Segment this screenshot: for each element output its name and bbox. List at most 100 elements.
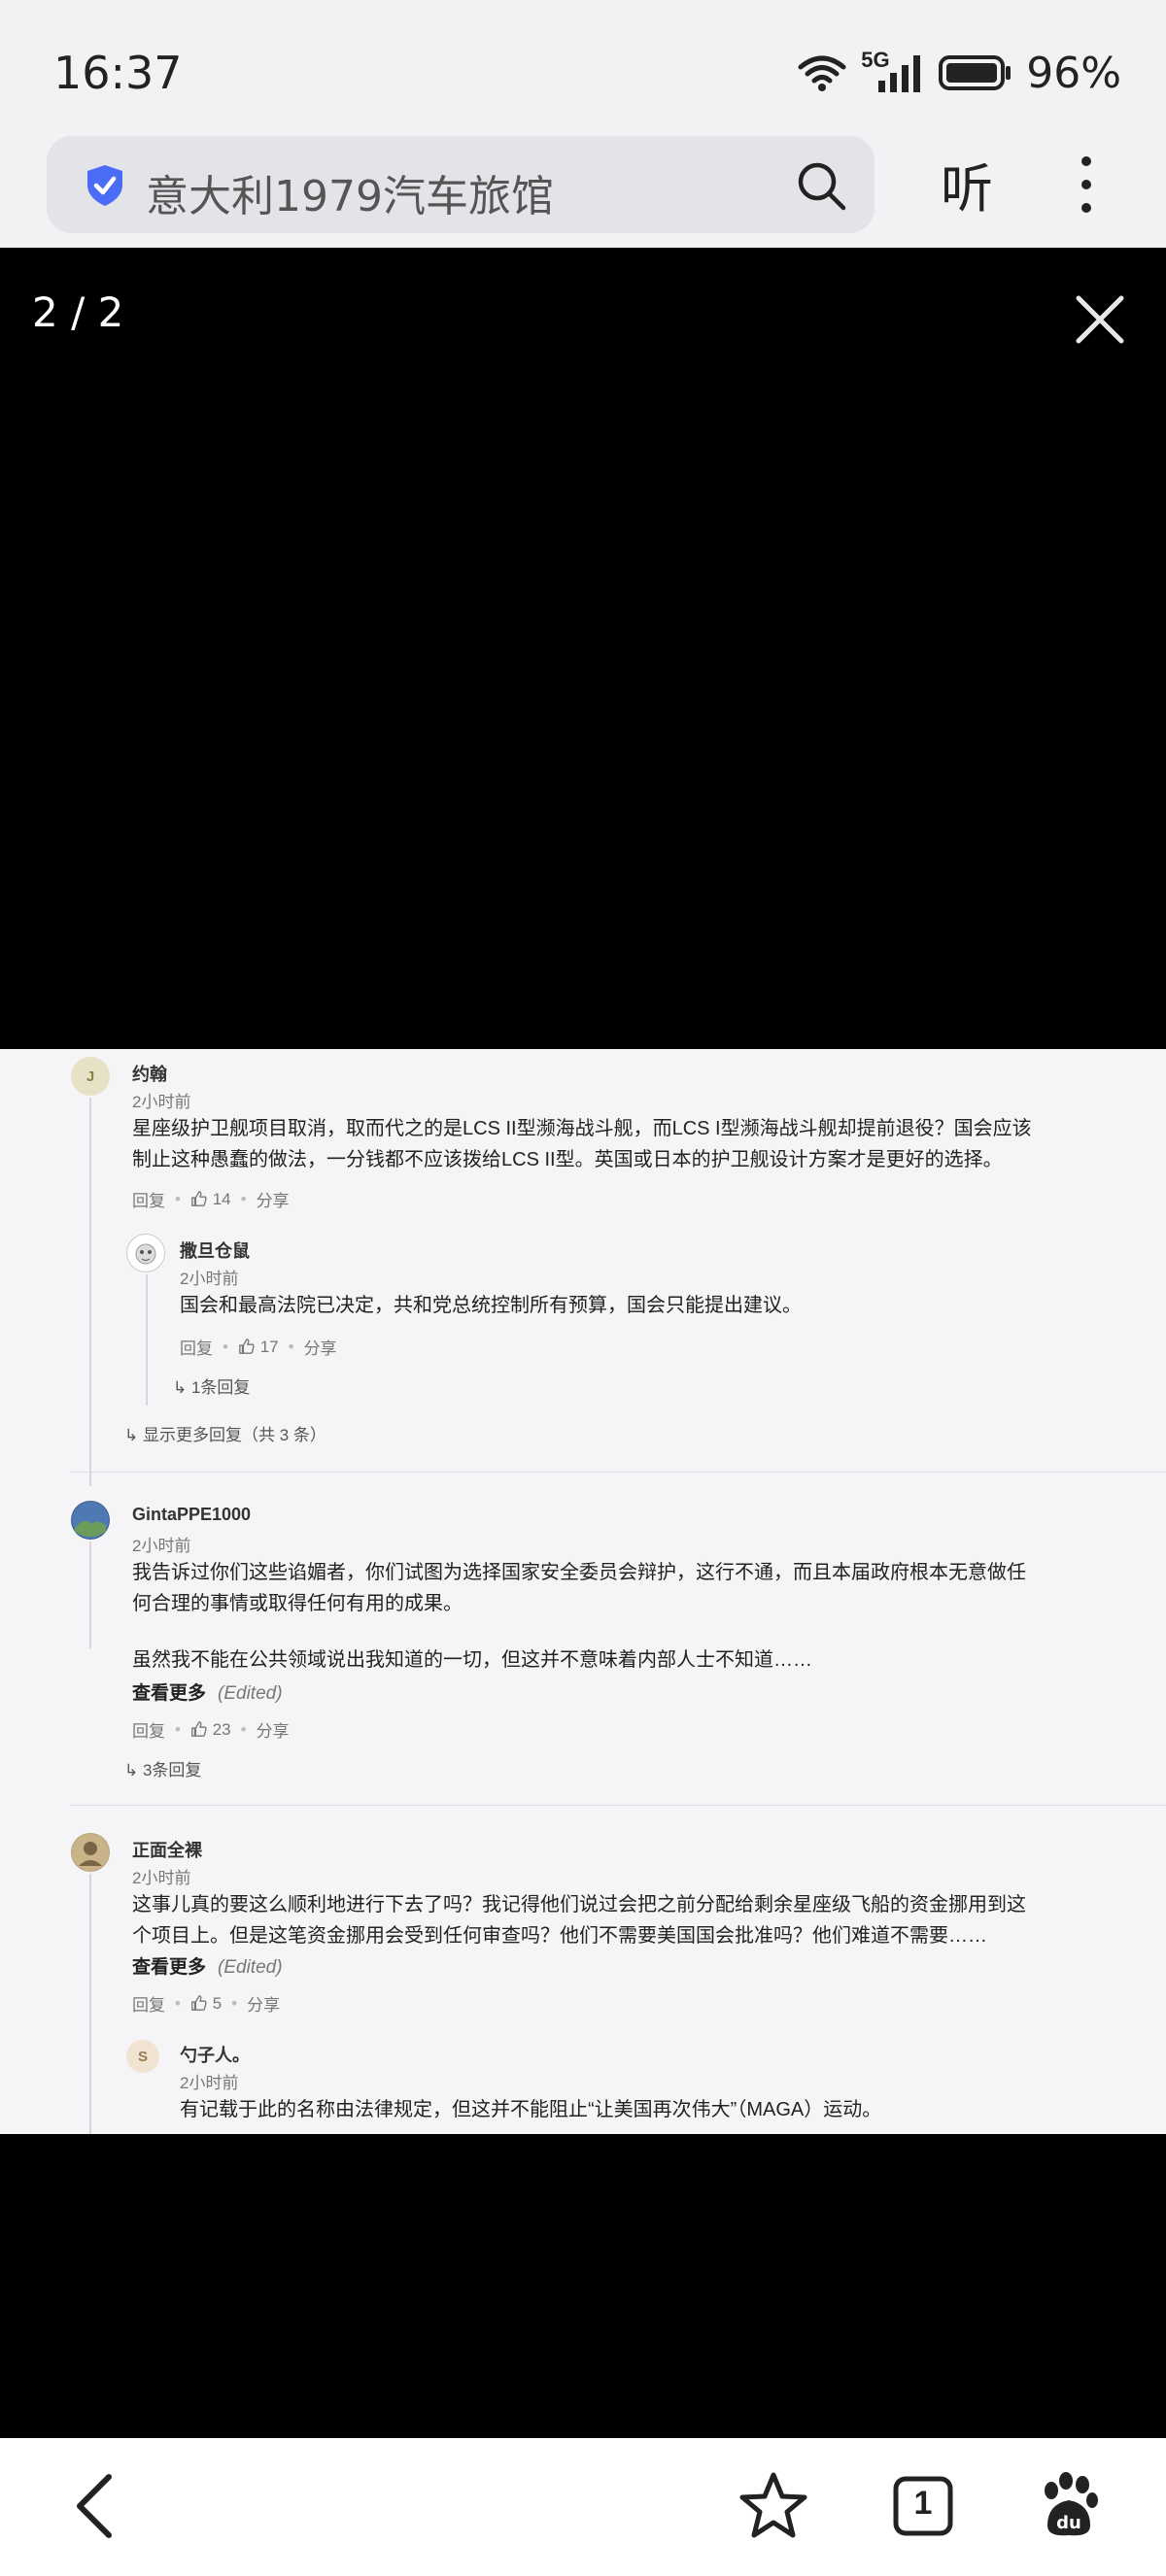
- comment-text: 这事儿真的要这么顺利地进行下去了吗？我记得他们说过会把之前分配给剩余星座级飞船的…: [132, 1889, 1104, 1951]
- comment-text: 我告诉过你们这些谄媚者，你们试图为选择国家安全委员会辩护，这行不通，而且本届政府…: [132, 1557, 1104, 1676]
- comment-time: 2小时前: [132, 1093, 191, 1111]
- like-button[interactable]: 17: [238, 1338, 279, 1357]
- reply-author[interactable]: 撒旦仓鼠: [180, 1237, 250, 1263]
- reply-arrow-icon: ↳: [124, 1426, 143, 1444]
- view-replies-link[interactable]: ↳ 1条回复: [173, 1373, 250, 1398]
- hamster-avatar-icon: [135, 1243, 156, 1265]
- edited-label: (Edited): [218, 1957, 283, 1978]
- back-icon[interactable]: [58, 2467, 136, 2545]
- comment-actions: 回复 • 5 • 分享: [132, 1991, 280, 2016]
- avatar: [126, 1234, 165, 1272]
- thread-line: [89, 1874, 91, 2134]
- like-button[interactable]: 14: [190, 1190, 231, 1209]
- close-icon[interactable]: [1073, 292, 1127, 347]
- view-replies-link[interactable]: ↳ 3条回复: [124, 1756, 201, 1780]
- thumbs-up-icon: [191, 1190, 207, 1206]
- listen-button[interactable]: 听: [941, 146, 993, 222]
- like-count: 5: [212, 1993, 223, 2013]
- comment-text-line: 个项目上。但是这笔资金挪用会受到任何审查吗？他们不需要美国国会批准吗？他们难道不…: [132, 1925, 987, 1947]
- reply-button[interactable]: 回复: [132, 1717, 165, 1742]
- see-more-link[interactable]: 查看更多 (Edited): [132, 1678, 283, 1705]
- reply-button[interactable]: 回复: [180, 1335, 213, 1359]
- show-more-replies-link[interactable]: ↳ 显示更多回复（共 3 条）: [124, 1421, 326, 1445]
- thumbs-up-icon: [239, 1338, 255, 1354]
- like-count: 17: [259, 1337, 279, 1356]
- tab-count: 1: [913, 2485, 933, 2522]
- avatar: [71, 1833, 110, 1872]
- show-more-label: 显示更多回复（共 3 条）: [142, 1426, 326, 1444]
- tabs-button[interactable]: 1: [884, 2467, 962, 2545]
- landscape-avatar-icon: [72, 1502, 109, 1539]
- reply-time: 2小时前: [180, 1270, 239, 1288]
- comment-author[interactable]: 正面全裸: [132, 1837, 202, 1862]
- reply-count: 3条回复: [142, 1761, 202, 1779]
- more-vert-icon[interactable]: [1067, 155, 1106, 214]
- battery-icon: [939, 55, 1012, 90]
- comment-divider: [70, 1472, 1166, 1473]
- reply-count: 1条回复: [190, 1378, 251, 1397]
- cellular-5g-icon: 5G: [861, 48, 925, 94]
- comment-text-line: 星座级护卫舰项目取消，取而代之的是LCS II型濒海战斗舰，而LCS I型濒海战…: [132, 1118, 1032, 1139]
- shield-icon: [87, 165, 122, 206]
- status-bar: 16:37 5G 96%: [0, 0, 1166, 136]
- star-icon[interactable]: [735, 2467, 812, 2545]
- share-button[interactable]: 分享: [257, 1717, 290, 1742]
- comment-actions: 回复 • 14 • 分享: [132, 1187, 290, 1211]
- reply-button[interactable]: 回复: [132, 1187, 165, 1211]
- reply-text: 国会和最高法院已决定，共和党总统控制所有预算，国会只能提出建议。: [180, 1295, 802, 1316]
- avatar-letter: J: [86, 1068, 95, 1085]
- share-button[interactable]: 分享: [247, 1991, 280, 2016]
- like-button[interactable]: 5: [190, 1994, 222, 2014]
- comment-author[interactable]: 约翰: [132, 1061, 167, 1086]
- reply-time: 2小时前: [180, 2074, 239, 2092]
- baidu-paw-icon[interactable]: du: [1030, 2467, 1108, 2545]
- status-icons: 5G 96%: [797, 48, 1121, 98]
- comment-divider: [70, 1805, 1166, 1806]
- comment-time: 2小时前: [132, 1869, 191, 1887]
- search-icon[interactable]: [795, 159, 847, 212]
- see-more-link[interactable]: 查看更多 (Edited): [132, 1952, 283, 1979]
- reply-actions: 回复 • 17 • 分享: [180, 1335, 337, 1359]
- reply-arrow-icon: ↳: [124, 1761, 143, 1779]
- comment-screenshot: J 约翰 2小时前 星座级护卫舰项目取消，取而代之的是LCS II型濒海战斗舰，…: [0, 1049, 1166, 2134]
- like-count: 14: [212, 1189, 231, 1208]
- comment-time: 2小时前: [132, 1537, 191, 1555]
- thread-line: [89, 1098, 91, 1486]
- image-counter: 2 / 2: [32, 288, 124, 336]
- bottom-nav: 1 du: [0, 2438, 1166, 2576]
- reply-text: 有记载于此的名称由法律规定，但这并不能阻止“让美国再次伟大”（MAGA）运动。: [180, 2099, 882, 2120]
- comment-text-line: 这事儿真的要这么顺利地进行下去了吗？我记得他们说过会把之前分配给剩余星座级飞船的…: [132, 1894, 1026, 1915]
- comment-text-line: 虽然我不能在公共领域说出我知道的一切，但这并不意味着内部人士不知道……: [132, 1649, 812, 1671]
- comment-text-line: 制止这种愚蠢的做法，一分钱都不应该拨给LCS II型。英国或日本的护卫舰设计方案…: [132, 1149, 1003, 1170]
- see-more-label[interactable]: 查看更多: [132, 1957, 206, 1978]
- avatar: [71, 1501, 110, 1540]
- address-bar[interactable]: 意大利1979汽车旅馆: [47, 136, 874, 233]
- avatar-letter: S: [137, 2048, 148, 2065]
- comment-actions: 回复 • 23 • 分享: [132, 1717, 290, 1742]
- address-text[interactable]: 意大利1979汽车旅馆: [146, 161, 554, 223]
- comment-text-line: 我告诉过你们这些谄媚者，你们试图为选择国家安全委员会辩护，这行不通，而且本届政府…: [132, 1562, 1026, 1583]
- reply-button[interactable]: 回复: [132, 1991, 165, 2016]
- status-time: 16:37: [53, 47, 183, 99]
- person-avatar-icon: [72, 1834, 109, 1871]
- thumbs-up-icon: [191, 1720, 207, 1737]
- share-button[interactable]: 分享: [304, 1335, 337, 1359]
- thread-line: [89, 1542, 91, 1648]
- avatar: S: [126, 2040, 159, 2073]
- reply-author[interactable]: 勺子人。: [180, 2042, 250, 2067]
- battery-percent: 96%: [1026, 48, 1121, 98]
- svg-text:du: du: [1056, 2513, 1081, 2533]
- image-viewer: 2 / 2 J 约翰 2小时前 星座级护卫舰项目取消，取而代之的是LCS II型…: [0, 248, 1166, 2438]
- share-button[interactable]: 分享: [257, 1187, 290, 1211]
- wifi-icon: [798, 55, 846, 91]
- comment-text-line: 何合理的事情或取得任何有用的成果。: [132, 1593, 463, 1614]
- comment-text: 星座级护卫舰项目取消，取而代之的是LCS II型濒海战斗舰，而LCS I型濒海战…: [132, 1113, 1104, 1175]
- comment-author[interactable]: GintaPPE1000: [132, 1505, 251, 1525]
- edited-label: (Edited): [218, 1683, 283, 1704]
- browser-toolbar: 意大利1979汽车旅馆 听: [0, 117, 1166, 248]
- like-count: 23: [212, 1719, 231, 1739]
- see-more-label[interactable]: 查看更多: [132, 1683, 206, 1704]
- reply-arrow-icon: ↳: [173, 1378, 191, 1397]
- comment-text-line: [132, 1619, 1104, 1644]
- like-button[interactable]: 23: [190, 1720, 231, 1740]
